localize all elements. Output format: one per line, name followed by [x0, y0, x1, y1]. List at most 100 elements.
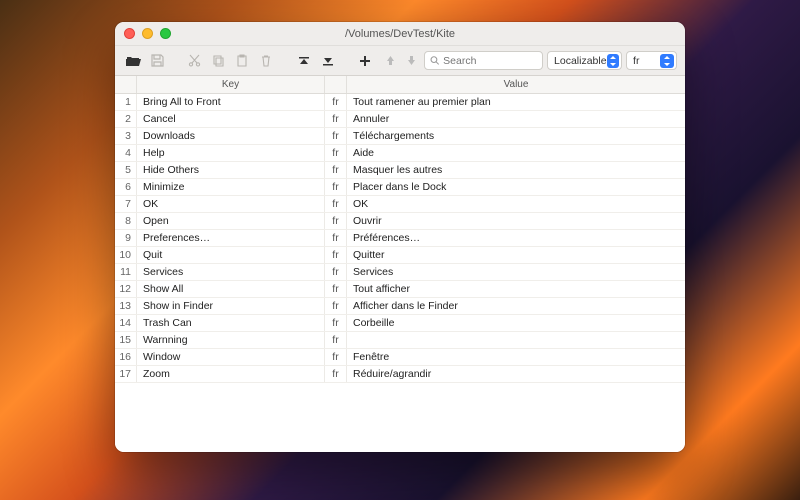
save-button[interactable]	[147, 51, 167, 71]
key-cell[interactable]: Open	[137, 213, 325, 229]
search-input[interactable]	[443, 55, 537, 67]
table-row[interactable]: 13Show in FinderfrAfficher dans le Finde…	[115, 298, 685, 315]
cut-button[interactable]	[184, 51, 204, 71]
lang-cell: fr	[325, 298, 347, 314]
row-number: 3	[115, 128, 137, 144]
table-row[interactable]: 2CancelfrAnnuler	[115, 111, 685, 128]
save-icon	[151, 54, 164, 67]
copy-icon	[212, 54, 225, 67]
key-cell[interactable]: Downloads	[137, 128, 325, 144]
table-row[interactable]: 4HelpfrAide	[115, 145, 685, 162]
value-cell[interactable]: Tout afficher	[347, 281, 685, 297]
open-folder-button[interactable]	[123, 51, 143, 71]
value-cell[interactable]	[347, 332, 685, 348]
value-cell[interactable]: Services	[347, 264, 685, 280]
value-cell[interactable]: Corbeille	[347, 315, 685, 331]
value-cell[interactable]: Préférences…	[347, 230, 685, 246]
key-cell[interactable]: Bring All to Front	[137, 94, 325, 110]
row-number: 7	[115, 196, 137, 212]
table-row[interactable]: 15Warnningfr	[115, 332, 685, 349]
titlebar: /Volumes/DevTest/Kite	[115, 22, 685, 46]
search-field[interactable]	[424, 51, 544, 70]
value-cell[interactable]: OK	[347, 196, 685, 212]
key-cell[interactable]: Preferences…	[137, 230, 325, 246]
lang-cell: fr	[325, 366, 347, 382]
key-cell[interactable]: Warnning	[137, 332, 325, 348]
table-row[interactable]: 6MinimizefrPlacer dans le Dock	[115, 179, 685, 196]
strings-file-dropdown[interactable]: Localizable	[547, 51, 622, 70]
table-row[interactable]: 14Trash CanfrCorbeille	[115, 315, 685, 332]
key-cell[interactable]: Services	[137, 264, 325, 280]
lang-column-header	[325, 76, 347, 93]
table-row[interactable]: 16WindowfrFenêtre	[115, 349, 685, 366]
key-cell[interactable]: OK	[137, 196, 325, 212]
row-number: 13	[115, 298, 137, 314]
zoom-window-button[interactable]	[160, 28, 171, 39]
delete-button[interactable]	[256, 51, 276, 71]
table-row[interactable]: 12Show AllfrTout afficher	[115, 281, 685, 298]
row-number: 12	[115, 281, 137, 297]
toolbar: Localizable fr	[115, 46, 685, 76]
key-cell[interactable]: Show in Finder	[137, 298, 325, 314]
table-row[interactable]: 9Preferences…frPréférences…	[115, 230, 685, 247]
value-cell[interactable]: Quitter	[347, 247, 685, 263]
table-row[interactable]: 8OpenfrOuvrir	[115, 213, 685, 230]
next-result-button[interactable]	[403, 55, 419, 66]
prev-result-button[interactable]	[383, 55, 399, 66]
clipboard-icon	[236, 54, 248, 67]
row-number: 11	[115, 264, 137, 280]
key-column-header[interactable]: Key	[137, 76, 325, 93]
row-number: 2	[115, 111, 137, 127]
collapse-up-button[interactable]	[294, 51, 314, 71]
table-body[interactable]: 1Bring All to FrontfrTout ramener au pre…	[115, 94, 685, 452]
key-cell[interactable]: Show All	[137, 281, 325, 297]
value-cell[interactable]: Masquer les autres	[347, 162, 685, 178]
key-cell[interactable]: Quit	[137, 247, 325, 263]
value-cell[interactable]: Téléchargements	[347, 128, 685, 144]
close-window-button[interactable]	[124, 28, 135, 39]
plus-icon	[358, 54, 372, 68]
app-window: /Volumes/DevTest/Kite	[115, 22, 685, 452]
key-cell[interactable]: Zoom	[137, 366, 325, 382]
table-row[interactable]: 7OKfrOK	[115, 196, 685, 213]
row-number: 9	[115, 230, 137, 246]
key-cell[interactable]: Help	[137, 145, 325, 161]
table-row[interactable]: 17ZoomfrRéduire/agrandir	[115, 366, 685, 383]
copy-button[interactable]	[208, 51, 228, 71]
minimize-window-button[interactable]	[142, 28, 153, 39]
key-cell[interactable]: Minimize	[137, 179, 325, 195]
row-number: 14	[115, 315, 137, 331]
value-cell[interactable]: Afficher dans le Finder	[347, 298, 685, 314]
paste-button[interactable]	[232, 51, 252, 71]
value-cell[interactable]: Aide	[347, 145, 685, 161]
value-cell[interactable]: Fenêtre	[347, 349, 685, 365]
add-button[interactable]	[355, 51, 375, 71]
table-row[interactable]: 3DownloadsfrTéléchargements	[115, 128, 685, 145]
key-cell[interactable]: Cancel	[137, 111, 325, 127]
value-cell[interactable]: Annuler	[347, 111, 685, 127]
lang-cell: fr	[325, 213, 347, 229]
lang-cell: fr	[325, 264, 347, 280]
value-cell[interactable]: Placer dans le Dock	[347, 179, 685, 195]
row-number-header	[115, 76, 137, 93]
collapse-down-button[interactable]	[318, 51, 338, 71]
lang-cell: fr	[325, 162, 347, 178]
key-cell[interactable]: Hide Others	[137, 162, 325, 178]
table-row[interactable]: 10QuitfrQuitter	[115, 247, 685, 264]
arrow-down-icon	[406, 55, 417, 66]
language-dropdown[interactable]: fr	[626, 51, 677, 70]
search-icon	[430, 55, 440, 66]
key-cell[interactable]: Window	[137, 349, 325, 365]
value-cell[interactable]: Réduire/agrandir	[347, 366, 685, 382]
key-cell[interactable]: Trash Can	[137, 315, 325, 331]
table-row[interactable]: 11ServicesfrServices	[115, 264, 685, 281]
value-column-header[interactable]: Value	[347, 76, 685, 93]
row-number: 8	[115, 213, 137, 229]
table-row[interactable]: 1Bring All to FrontfrTout ramener au pre…	[115, 94, 685, 111]
value-cell[interactable]: Ouvrir	[347, 213, 685, 229]
folder-open-icon	[126, 55, 141, 67]
value-cell[interactable]: Tout ramener au premier plan	[347, 94, 685, 110]
collapse-down-icon	[322, 55, 334, 67]
lang-cell: fr	[325, 281, 347, 297]
table-row[interactable]: 5Hide OthersfrMasquer les autres	[115, 162, 685, 179]
